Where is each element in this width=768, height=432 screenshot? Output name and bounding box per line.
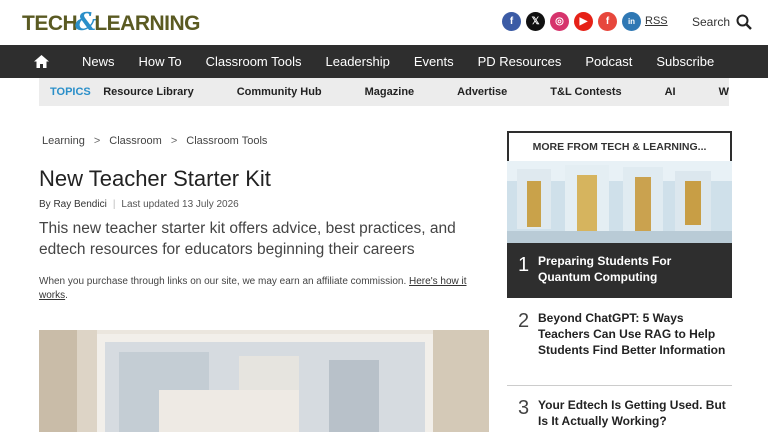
nav-item-news[interactable]: News <box>82 54 127 69</box>
updated-date: Last updated 13 July 2026 <box>121 199 239 210</box>
sidebar-more-from: MORE FROM TECH & LEARNING... 1 Preparing… <box>507 131 732 432</box>
rank-number: 3 <box>518 397 530 419</box>
topic-resource-library[interactable]: Resource Library <box>103 86 193 98</box>
topic-more[interactable]: W <box>719 86 729 98</box>
x-icon[interactable]: 𝕏 <box>526 12 545 31</box>
nav-item-events[interactable]: Events <box>402 54 466 69</box>
list-item[interactable]: 3 Your Edtech Is Getting Used. But Is It… <box>507 386 732 432</box>
story-title[interactable]: Your Edtech Is Getting Used. But Is It A… <box>538 397 728 429</box>
search-label: Search <box>692 15 731 29</box>
topic-ai[interactable]: AI <box>665 86 676 98</box>
topics-bar: TOPICS Resource Library Community Hub Ma… <box>39 78 729 106</box>
author-link[interactable]: By Ray Bendici <box>39 199 107 210</box>
flipboard-icon[interactable]: f <box>598 12 617 31</box>
linkedin-icon[interactable]: in <box>622 12 641 31</box>
featured-thumbnail[interactable] <box>507 161 732 243</box>
story-title[interactable]: Beyond ChatGPT: 5 Ways Teachers Can Use … <box>538 310 728 358</box>
search-icon <box>736 14 752 30</box>
nav-item-subscribe[interactable]: Subscribe <box>644 54 726 69</box>
site-header: TECH&LEARNING f 𝕏 ◎ ▶ f in RSS Search <box>0 0 768 45</box>
youtube-icon[interactable]: ▶ <box>574 12 593 31</box>
nav-item-podcast[interactable]: Podcast <box>573 54 644 69</box>
rss-link[interactable]: RSS <box>645 15 668 27</box>
affiliate-disclaimer: When you purchase through links on our s… <box>39 276 467 301</box>
main-nav: News How To Classroom Tools Leadership E… <box>0 45 768 78</box>
featured-story-title[interactable]: Preparing Students For Quantum Computing <box>538 253 723 285</box>
social-links: f 𝕏 ◎ ▶ f in <box>502 12 641 31</box>
topic-magazine[interactable]: Magazine <box>365 86 415 98</box>
breadcrumb-classroom[interactable]: Classroom <box>109 135 162 147</box>
list-item[interactable]: 2 Beyond ChatGPT: 5 Ways Teachers Can Us… <box>507 298 732 386</box>
nav-item-how-to[interactable]: How To <box>127 54 194 69</box>
search-button[interactable]: Search <box>692 14 752 30</box>
topics-label: TOPICS <box>50 86 91 98</box>
breadcrumb-classroom-tools[interactable]: Classroom Tools <box>186 135 267 147</box>
instagram-icon[interactable]: ◎ <box>550 12 569 31</box>
nav-item-leadership[interactable]: Leadership <box>314 54 402 69</box>
topic-advertise[interactable]: Advertise <box>457 86 507 98</box>
rank-number: 2 <box>518 310 530 332</box>
breadcrumb-learning[interactable]: Learning <box>42 135 85 147</box>
hero-image <box>39 330 489 432</box>
sidebar-heading: MORE FROM TECH & LEARNING... <box>507 131 732 161</box>
home-icon[interactable] <box>0 55 82 68</box>
featured-story[interactable]: 1 Preparing Students For Quantum Computi… <box>507 243 732 298</box>
breadcrumb: Learning > Classroom > Classroom Tools <box>42 135 268 147</box>
article-dek: This new teacher starter kit offers advi… <box>39 220 456 258</box>
byline: By Ray Bendici | Last updated 13 July 2026 <box>39 199 239 210</box>
topic-tl-contests[interactable]: T&L Contests <box>550 86 621 98</box>
nav-item-classroom-tools[interactable]: Classroom Tools <box>194 54 314 69</box>
rank-number: 1 <box>518 254 530 276</box>
facebook-icon[interactable]: f <box>502 12 521 31</box>
topic-community-hub[interactable]: Community Hub <box>237 86 322 98</box>
page-title: New Teacher Starter Kit <box>39 166 271 191</box>
site-logo[interactable]: TECH&LEARNING <box>22 10 201 36</box>
nav-item-pd-resources[interactable]: PD Resources <box>466 54 574 69</box>
